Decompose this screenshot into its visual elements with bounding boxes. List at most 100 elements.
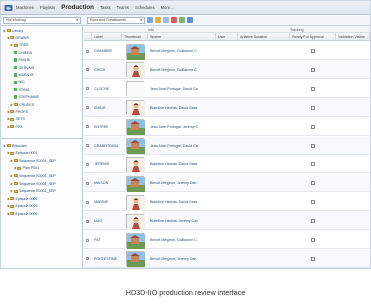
tree-item[interactable]: Sequence S0001_SEP — [9, 181, 56, 186]
expand-arrow-icon[interactable] — [2, 29, 6, 32]
expand-arrow-icon[interactable] — [9, 182, 13, 185]
select-all-column[interactable] — [84, 33, 92, 41]
thumbnail-image[interactable] — [126, 194, 145, 211]
add-icon[interactable] — [179, 17, 185, 23]
thumbnail-image[interactable] — [126, 175, 145, 192]
table-row[interactable]: CHICH Benoît Meyjeon, Guillaume C — [84, 60, 370, 79]
tree-item[interactable]: STING — [13, 87, 29, 92]
table-row[interactable]: MAISON Benoît Meyjeon, Jeremy Cah — [84, 174, 370, 193]
expand-arrow-icon[interactable] — [9, 189, 13, 193]
tree-item[interactable]: DRAWS — [6, 35, 29, 40]
table-row[interactable]: MARINE Blandine Heizias, David Gass — [84, 193, 370, 212]
row-select[interactable] — [86, 250, 92, 268]
row-checkbox[interactable] — [86, 200, 89, 204]
tree-item[interactable]: PROPS — [6, 109, 28, 114]
expand-arrow-icon[interactable] — [9, 43, 13, 47]
row-checkbox[interactable] — [86, 181, 89, 185]
row-select[interactable] — [86, 99, 92, 117]
table-row[interactable]: CLOCHE Jean-Noel Portugal, David Ga — [84, 80, 370, 98]
tree-item[interactable]: FPX — [6, 124, 23, 129]
column-label[interactable]: Label — [92, 33, 122, 41]
table-row[interactable]: ENTREE Jean-Noel Portugal, Jeremy C — [84, 118, 370, 136]
delete-icon[interactable] — [171, 17, 177, 23]
expand-arrow-icon[interactable] — [13, 166, 16, 170]
row-select[interactable] — [86, 193, 92, 211]
expand-arrow-icon[interactable] — [9, 159, 13, 163]
tree-item[interactable]: SETS — [6, 117, 25, 122]
row-checkbox[interactable] — [86, 144, 89, 147]
column-worker[interactable]: Worker — [148, 33, 216, 41]
menu-schedules[interactable]: Schedules — [135, 5, 155, 10]
tree-item[interactable]: MARNYE — [13, 72, 34, 77]
thumbnail-image[interactable] — [126, 251, 145, 268]
row-select[interactable] — [86, 155, 92, 173]
tree-item[interactable]: Sequence S0001_SEP — [9, 189, 56, 194]
column-user[interactable]: User — [216, 33, 238, 41]
thumbnail-image[interactable] — [126, 119, 145, 136]
tree-item[interactable]: STEPHANIE — [13, 95, 39, 100]
ready-for-approval-checkbox[interactable] — [311, 238, 315, 242]
row-select[interactable] — [86, 80, 92, 98]
filter-select[interactable]: Not Working ▾ — [3, 16, 81, 24]
row-select[interactable] — [86, 137, 92, 155]
table-row[interactable]: PAT Benoît Meyjeon, Guillaume C — [84, 231, 370, 249]
tree-item[interactable]: Sequence S0001_SEP — [9, 173, 56, 178]
tree-item[interactable]: Sequence S0001_SEP — [9, 158, 56, 163]
expand-arrow-icon[interactable] — [6, 151, 9, 155]
menu-playlists[interactable]: Playlists — [40, 5, 55, 10]
menu-production[interactable]: Production — [61, 4, 94, 11]
ready-for-approval-checkbox[interactable] — [311, 162, 315, 167]
tree-item[interactable]: EMILIE — [13, 58, 30, 63]
tree-item[interactable]: Episode 0004 — [6, 211, 37, 216]
row-checkbox[interactable] — [86, 162, 89, 166]
tree-item[interactable]: Plan P001 — [13, 166, 39, 171]
ready-for-approval-checkbox[interactable] — [311, 256, 315, 261]
ready-for-approval-checkbox[interactable] — [311, 86, 315, 91]
ready-for-approval-checkbox[interactable] — [311, 105, 315, 110]
tree-item[interactable]: Library — [2, 28, 23, 33]
thumbnail-image[interactable] — [126, 62, 145, 79]
table-row[interactable]: NUG Blandine Heizias, Jeremy Cah — [84, 212, 370, 231]
row-select[interactable] — [86, 231, 92, 249]
table-row[interactable]: GRANDTRAIN Jean-Noel Portugal, David Ga — [84, 136, 370, 155]
save-icon[interactable] — [187, 17, 193, 23]
menu-more[interactable]: More... — [161, 5, 174, 10]
expand-arrow-icon[interactable] — [9, 174, 13, 178]
column-thumbnail[interactable]: Thumbnail — [122, 33, 148, 41]
refresh-icon[interactable] — [147, 17, 153, 23]
copy-icon[interactable] — [163, 17, 169, 23]
ready-for-approval-checkbox[interactable] — [311, 67, 315, 72]
column-validation-visible[interactable]: Validation Visible — [336, 33, 370, 41]
row-checkbox[interactable] — [86, 125, 89, 129]
thumbnail-image[interactable] — [126, 81, 145, 98]
thumbnail-image[interactable] — [126, 156, 145, 173]
thumbnail-image[interactable] — [126, 100, 145, 117]
tree-item[interactable]: Episodes — [2, 143, 27, 148]
column-artistics-duration[interactable]: Artistics Duration — [238, 33, 290, 41]
row-select[interactable] — [86, 212, 92, 230]
row-select[interactable] — [86, 61, 92, 79]
table-row[interactable]: CHAMBRE Benoît Meyjeon, Guillaume C — [84, 42, 370, 60]
tree-item[interactable]: Episode 0001 — [6, 151, 37, 156]
menu-teams[interactable]: Teams — [117, 5, 129, 10]
thumbnail-image[interactable] — [126, 232, 145, 249]
row-checkbox[interactable] — [86, 257, 89, 261]
expand-arrow-icon[interactable] — [6, 110, 9, 114]
table-row[interactable]: EMILIE Blandine Heizias, David Gass — [84, 98, 370, 117]
tree-item[interactable]: NIC — [13, 80, 25, 85]
tree-item[interactable]: CRUDES — [9, 102, 34, 107]
expand-arrow-icon[interactable] — [6, 36, 9, 40]
table-row[interactable]: PORTESTIME Benoît Meyjeon, Jeremy Cah — [84, 249, 370, 268]
folder-icon[interactable] — [155, 17, 161, 23]
thumbnail-image[interactable] — [126, 138, 145, 154]
row-checkbox[interactable] — [86, 68, 89, 72]
menu-tasks[interactable]: Tasks — [100, 5, 111, 10]
row-checkbox[interactable] — [86, 106, 89, 110]
tree-item[interactable]: GERVAIS — [13, 65, 34, 70]
thumbnail-image[interactable] — [126, 43, 145, 60]
expand-arrow-icon[interactable] — [2, 144, 6, 147]
expand-arrow-icon[interactable] — [6, 117, 9, 121]
ready-for-approval-checkbox[interactable] — [311, 124, 315, 129]
ready-for-approval-checkbox[interactable] — [311, 219, 315, 224]
row-select[interactable] — [86, 42, 92, 60]
